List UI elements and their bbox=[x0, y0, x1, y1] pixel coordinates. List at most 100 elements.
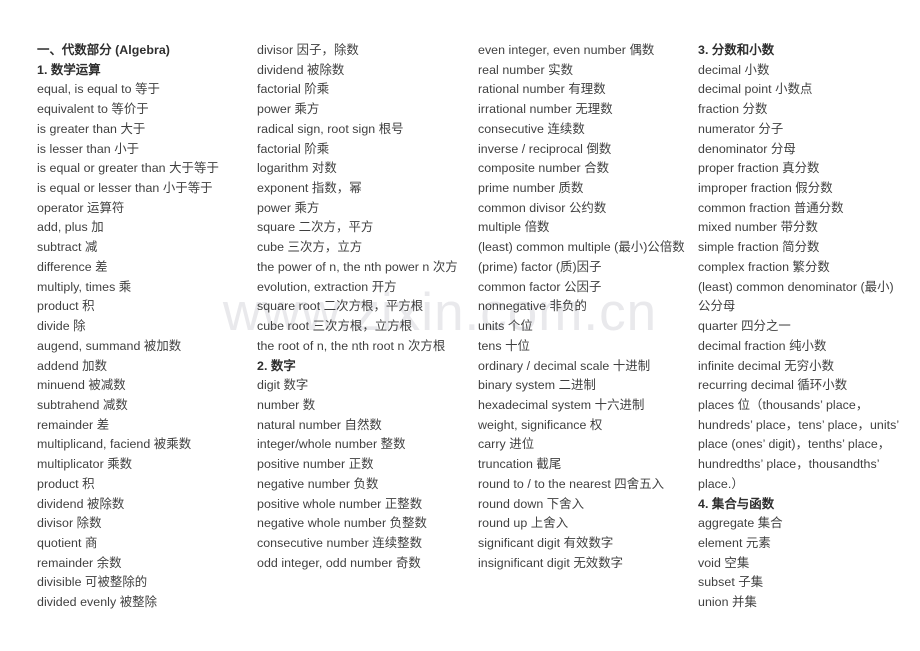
glossary-entry: product 积 bbox=[37, 299, 95, 314]
glossary-entry: exponent 指数，幂 bbox=[257, 181, 362, 196]
glossary-entry: insignificant digit 无效数字 bbox=[478, 555, 624, 570]
glossary-entry: negative number 负数 bbox=[257, 476, 379, 491]
glossary-entry: quarter 四分之一 bbox=[698, 319, 791, 334]
glossary-entry: common divisor 公约数 bbox=[478, 200, 607, 215]
glossary-entry: round down 下舍入 bbox=[478, 496, 585, 511]
glossary-entry: divided evenly 被整除 bbox=[37, 595, 158, 610]
glossary-entry: natural number 自然数 bbox=[257, 417, 382, 432]
glossary-entry: nonnegative 非负的 bbox=[478, 299, 587, 314]
glossary-entry: consecutive 连续数 bbox=[478, 121, 585, 136]
glossary-entry: positive number 正数 bbox=[257, 457, 374, 472]
glossary-entry: numerator 分子 bbox=[698, 121, 784, 136]
glossary-entry: integer/whole number 整数 bbox=[257, 437, 406, 452]
glossary-entry: composite number 合数 bbox=[478, 161, 610, 176]
glossary-entry: divisor 除数 bbox=[37, 516, 102, 531]
glossary-entry: minuend 被减数 bbox=[37, 378, 126, 393]
glossary-entry: simple fraction 简分数 bbox=[698, 240, 820, 255]
glossary-entry: decimal 小数 bbox=[698, 62, 770, 77]
glossary-entry: logarithm 对数 bbox=[257, 161, 337, 176]
glossary-entry: truncation 截尾 bbox=[478, 457, 562, 472]
glossary-entry: square 二次方，平方 bbox=[257, 220, 374, 235]
section-heading: 3. 分数和小数 bbox=[698, 43, 775, 57]
glossary-entry: infinite decimal 无穷小数 bbox=[698, 358, 835, 373]
glossary-entry: prime number 质数 bbox=[478, 181, 584, 196]
glossary-entry: negative whole number 负整数 bbox=[257, 516, 427, 531]
glossary-entry: radical sign, root sign 根号 bbox=[257, 121, 404, 136]
glossary-entry: weight, significance 权 bbox=[478, 417, 603, 432]
glossary-entry: positive whole number 正整数 bbox=[257, 496, 423, 511]
glossary-entry: cube 三次方，立方 bbox=[257, 240, 363, 255]
document-page: www.zixin.com.cn 一、代数部分 (Algebra) 1. 数学运算… bbox=[0, 0, 920, 651]
glossary-entry: void 空集 bbox=[698, 555, 750, 570]
glossary-entry: real number 实数 bbox=[478, 62, 574, 77]
glossary-entry: factorial 阶乘 bbox=[257, 141, 330, 156]
glossary-entry: cube root 三次方根，立方根 bbox=[257, 319, 413, 334]
glossary-entry: common factor 公因子 bbox=[478, 279, 602, 294]
section-heading: 1. 数学运算 bbox=[37, 62, 101, 77]
glossary-entry: units 个位 bbox=[478, 319, 533, 334]
glossary-entry: power 乘方 bbox=[257, 200, 320, 215]
glossary-entry: is greater than 大于 bbox=[37, 121, 146, 136]
glossary-entry: multiple 倍数 bbox=[478, 220, 550, 235]
glossary-entry: recurring decimal 循环小数 bbox=[698, 378, 848, 393]
glossary-entry: irrational number 无理数 bbox=[478, 102, 613, 117]
glossary-entry: remainder 余数 bbox=[37, 555, 122, 570]
glossary-entry: operator 运算符 bbox=[37, 200, 125, 215]
section-heading: 一、代数部分 (Algebra) bbox=[37, 43, 170, 57]
glossary-entry: common fraction 普通分数 bbox=[698, 200, 844, 215]
glossary-entry: factorial 阶乘 bbox=[257, 82, 330, 97]
glossary-entry: dividend 被除数 bbox=[257, 62, 345, 77]
glossary-entry: rational number 有理数 bbox=[478, 82, 606, 97]
glossary-entry: divisor 因子，除数 bbox=[257, 43, 359, 57]
glossary-entry: element 元素 bbox=[698, 535, 771, 550]
glossary-entry: (prime) factor (质)因子 bbox=[478, 259, 602, 274]
glossary-entry: improper fraction 假分数 bbox=[698, 181, 833, 196]
glossary-entry: subtract 减 bbox=[37, 240, 98, 255]
glossary-entry: fraction 分数 bbox=[698, 102, 768, 117]
glossary-entry: is lesser than 小于 bbox=[37, 141, 140, 156]
glossary-entry: difference 差 bbox=[37, 259, 108, 274]
glossary-entry: even integer, even number 偶数 bbox=[478, 43, 655, 57]
glossary-entry: addend 加数 bbox=[37, 358, 108, 373]
glossary-columns: 一、代数部分 (Algebra) 1. 数学运算 equal, is equal t… bbox=[0, 0, 920, 651]
glossary-entry: quotient 商 bbox=[37, 535, 98, 550]
glossary-entry: mixed number 带分数 bbox=[698, 220, 818, 235]
glossary-entry: binary system 二进制 bbox=[478, 378, 596, 393]
glossary-entry: round to / to the nearest 四舍五入 bbox=[478, 476, 665, 491]
glossary-entry: places 位（thousands’ place，hundreds’ plac… bbox=[698, 397, 899, 491]
glossary-entry: equivalent to 等价于 bbox=[37, 102, 149, 117]
glossary-entry: digit 数字 bbox=[257, 378, 309, 393]
glossary-entry: the root of n, the nth root n 次方根 bbox=[257, 338, 446, 353]
glossary-entry: proper fraction 真分数 bbox=[698, 161, 820, 176]
glossary-entry: (least) common multiple (最小)公倍数 bbox=[478, 240, 685, 255]
column-3: even integer, even number 偶数 real number … bbox=[478, 41, 694, 573]
glossary-entry: is equal or greater than 大于等于 bbox=[37, 161, 219, 176]
glossary-entry: carry 进位 bbox=[478, 437, 535, 452]
glossary-entry: ordinary / decimal scale 十进制 bbox=[478, 358, 651, 373]
section-heading: 2. 数字 bbox=[257, 358, 296, 373]
glossary-entry: (least) common denominator (最小)公分母 bbox=[698, 279, 894, 314]
glossary-entry: evolution, extraction 开方 bbox=[257, 279, 397, 294]
glossary-entry: multiply, times 乘 bbox=[37, 279, 132, 294]
glossary-entry: multiplicand, faciend 被乘数 bbox=[37, 437, 192, 452]
glossary-entry: odd integer, odd number 奇数 bbox=[257, 555, 421, 570]
glossary-entry: tens 十位 bbox=[478, 338, 530, 353]
glossary-entry: divide 除 bbox=[37, 319, 86, 334]
glossary-entry: complex fraction 繁分数 bbox=[698, 259, 830, 274]
glossary-entry: add, plus 加 bbox=[37, 220, 104, 235]
glossary-entry: denominator 分母 bbox=[698, 141, 796, 156]
glossary-entry: augend, summand 被加数 bbox=[37, 338, 182, 353]
glossary-entry: subset 子集 bbox=[698, 575, 764, 590]
column-2: divisor 因子，除数 dividend 被除数 factorial 阶乘 pow… bbox=[257, 41, 473, 573]
glossary-entry: aggregate 集合 bbox=[698, 516, 783, 531]
glossary-entry: significant digit 有效数字 bbox=[478, 535, 614, 550]
column-4: 3. 分数和小数 decimal 小数 decimal point 小数点 fract… bbox=[698, 41, 906, 613]
glossary-entry: decimal point 小数点 bbox=[698, 82, 813, 97]
glossary-entry: hexadecimal system 十六进制 bbox=[478, 397, 645, 412]
glossary-entry: remainder 差 bbox=[37, 417, 110, 432]
glossary-entry: product 积 bbox=[37, 476, 95, 491]
glossary-entry: number 数 bbox=[257, 397, 316, 412]
glossary-entry: union 并集 bbox=[698, 595, 757, 610]
glossary-entry: round up 上舍入 bbox=[478, 516, 569, 531]
section-heading: 4. 集合与函数 bbox=[698, 496, 775, 511]
